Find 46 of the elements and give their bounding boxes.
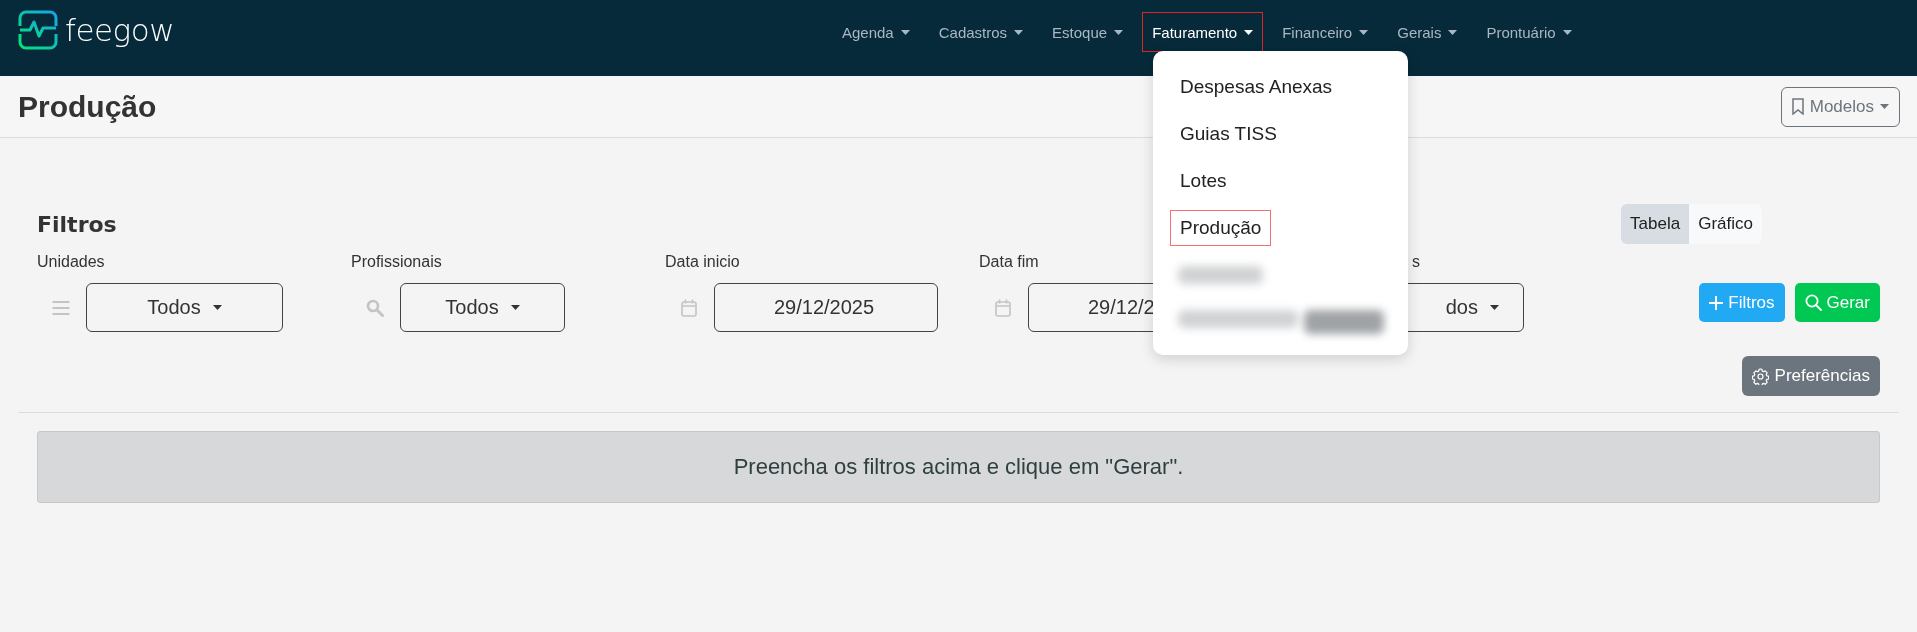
search-icon [366, 298, 384, 317]
bookmark-icon [1791, 98, 1804, 115]
caret-icon [1114, 29, 1124, 35]
field-label: Data inicio [665, 253, 741, 271]
field-label: Data fim [979, 253, 1040, 271]
caret-icon [1562, 29, 1572, 35]
preferences-button[interactable]: Preferências [1741, 356, 1880, 396]
nav-menu-item[interactable]: Financeiro [1272, 12, 1379, 52]
logo-icon [18, 10, 58, 50]
caret-icon [900, 29, 910, 35]
menu-item[interactable]: Guias TISS [1170, 115, 1287, 152]
info-alert: Preencha os filtros acima e clique em "Gerar". [37, 431, 1880, 503]
select-dropdown[interactable]: Todos [400, 283, 565, 332]
select-dropdown[interactable]: Todos [86, 283, 283, 332]
page-title: Produção [18, 89, 157, 124]
caret-icon [1880, 104, 1889, 109]
menu-item[interactable]: Produção [1170, 209, 1272, 246]
nav-menu-item[interactable]: Agenda [832, 12, 920, 52]
search-icon [1804, 294, 1822, 311]
brand-name: feegow [65, 12, 174, 48]
calendar-icon [680, 298, 698, 317]
caret-icon [1359, 29, 1369, 35]
nav-menu-item[interactable]: Gerais [1387, 12, 1468, 52]
caret-icon [510, 305, 520, 310]
filters-heading: Filtros [37, 211, 117, 237]
models-button[interactable]: Modelos [1780, 86, 1900, 127]
nav-menu-item[interactable]: Cadastros [928, 12, 1034, 52]
field-label: s [1411, 253, 1421, 271]
list-icon [52, 300, 70, 315]
caret-icon [1244, 29, 1254, 35]
field-label: Profissionais [351, 253, 443, 271]
nav-menu-item[interactable]: Prontuário [1476, 12, 1582, 52]
nav-menu-item[interactable]: Estoque [1042, 12, 1134, 52]
caret-icon [212, 305, 222, 310]
calendar-icon [994, 298, 1012, 317]
caret-icon [1490, 305, 1499, 310]
field-label: Unidades [37, 253, 106, 271]
view-tab[interactable]: Gráfico [1689, 204, 1762, 244]
view-tab[interactable]: Tabela [1621, 204, 1690, 244]
caret-icon [1014, 29, 1024, 35]
menu-item[interactable]: Despesas Anexas [1170, 68, 1343, 105]
plus-icon [1709, 295, 1724, 310]
menu-item[interactable]: Lotes [1170, 162, 1237, 199]
caret-icon [1448, 29, 1458, 35]
settings-icon [1751, 367, 1769, 385]
date-field[interactable]: 29/12/2025 [714, 283, 938, 332]
